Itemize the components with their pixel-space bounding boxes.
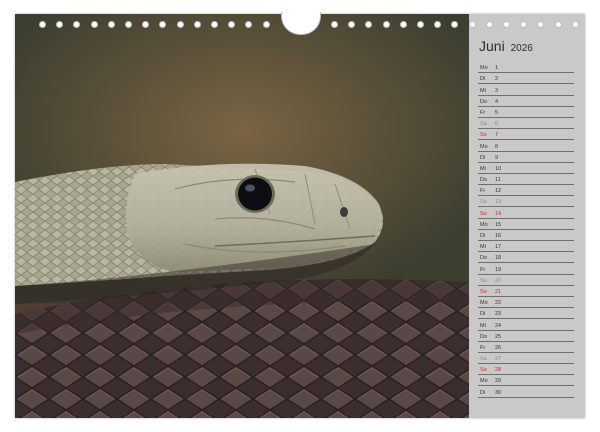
day-of-week: Do: [480, 255, 488, 262]
day-row: Sa 20: [478, 275, 574, 286]
day-number: 19: [495, 266, 502, 273]
day-of-week: Mi: [480, 322, 486, 329]
day-of-week: Do: [480, 333, 488, 340]
day-row: So 7: [478, 129, 574, 141]
day-number: 29: [495, 378, 502, 385]
day-number: 14: [495, 210, 502, 217]
day-number: 17: [495, 244, 502, 251]
day-row: So 14: [478, 207, 574, 219]
day-of-week: Di: [480, 76, 486, 83]
day-of-week: Di: [480, 389, 486, 396]
day-row: Di 9: [478, 152, 574, 163]
day-number: 16: [495, 233, 502, 239]
day-number: 20: [495, 277, 502, 284]
day-number: 28: [495, 367, 502, 374]
day-number: 13: [495, 199, 502, 206]
day-row: So 28: [478, 364, 574, 376]
day-number: 7: [495, 132, 499, 139]
day-of-week: So: [480, 367, 487, 374]
day-number: 2: [495, 76, 499, 83]
day-number: 15: [495, 221, 502, 228]
day-number: 26: [495, 344, 502, 351]
day-number: 21: [495, 288, 502, 295]
day-of-week: Mi: [480, 244, 486, 251]
day-of-week: Sa: [480, 199, 487, 206]
day-number: 8: [495, 143, 499, 150]
day-of-week: Sa: [480, 121, 487, 128]
day-number: 4: [495, 98, 499, 105]
day-row: Mo 29: [478, 375, 574, 387]
month-name: Juni: [479, 38, 505, 54]
day-number: 30: [495, 389, 502, 396]
day-row: So 21: [478, 286, 574, 297]
day-number: 24: [495, 322, 502, 329]
day-row: Sa 6: [478, 118, 574, 130]
day-row: Di 23: [478, 308, 574, 320]
day-of-week: So: [480, 132, 487, 139]
day-row: Fr 26: [478, 342, 574, 353]
day-of-week: Mo: [480, 221, 488, 228]
day-row: Do 11: [478, 174, 574, 186]
day-list: Mo 1 Di 2 Mi 3 Do 4 Fr 5 Sa 6 So 7 Mo 8 Di 9 Mi 10 Do 11 Fr 12 S…: [478, 62, 574, 398]
calendar-panel: Juni 2026 Mo 1 Di 2 Mi 3 Do 4 Fr 5 Sa 6 So 7 Mo 8 Di 9 Mi 1…: [469, 14, 585, 418]
day-of-week: Mo: [480, 143, 488, 150]
day-row: Mi 17: [478, 241, 574, 253]
day-of-week: Sa: [480, 356, 487, 363]
day-of-week: Sa: [480, 277, 487, 284]
day-number: 5: [495, 109, 499, 116]
day-number: 9: [495, 154, 499, 161]
day-number: 3: [495, 87, 499, 94]
snake-illustration: [15, 14, 469, 418]
day-row: Mo 15: [478, 219, 574, 230]
day-row: Do 4: [478, 96, 574, 107]
day-number: 10: [495, 165, 502, 172]
day-row: Mi 24: [478, 319, 574, 331]
day-of-week: Di: [480, 233, 486, 239]
day-row: Mo 22: [478, 297, 574, 309]
day-row: Fr 5: [478, 107, 574, 118]
day-of-week: Mo: [480, 378, 488, 385]
day-row: Di 2: [478, 73, 574, 85]
day-number: 11: [495, 177, 501, 184]
day-number: 25: [495, 333, 502, 340]
year-label: 2026: [510, 43, 533, 54]
day-row: Fr 19: [478, 263, 574, 275]
day-of-week: So: [480, 210, 487, 217]
day-row: Di 16: [478, 230, 574, 241]
month-title: Juni 2026: [479, 38, 533, 54]
day-row: Di 30: [478, 386, 574, 398]
day-of-week: Mi: [480, 165, 486, 172]
day-number: 22: [495, 300, 502, 307]
day-row: Mo 8: [478, 140, 574, 152]
day-of-week: Fr: [480, 188, 486, 195]
day-number: 27: [495, 356, 502, 363]
day-number: 6: [495, 121, 499, 128]
day-of-week: Fr: [480, 266, 486, 273]
day-row: Sa 13: [478, 196, 574, 208]
day-of-week: Mi: [480, 87, 486, 94]
day-of-week: So: [480, 288, 487, 295]
snake-photo: [15, 14, 469, 418]
day-row: Sa 27: [478, 353, 574, 365]
day-row: Do 18: [478, 252, 574, 264]
day-of-week: Do: [480, 98, 488, 105]
day-row: Do 25: [478, 331, 574, 342]
day-of-week: Fr: [480, 109, 486, 116]
day-of-week: Mo: [480, 65, 488, 72]
calendar-page: Juni 2026 Mo 1 Di 2 Mi 3 Do 4 Fr 5 Sa 6 So 7 Mo 8 Di 9 Mi 1…: [15, 14, 585, 418]
day-of-week: Fr: [480, 344, 486, 351]
day-number: 23: [495, 311, 502, 318]
day-of-week: Di: [480, 311, 486, 318]
day-of-week: Di: [480, 154, 486, 161]
day-row: Mi 10: [478, 163, 574, 174]
day-number: 1: [495, 65, 499, 72]
day-number: 12: [495, 188, 502, 195]
day-of-week: Mo: [480, 300, 488, 307]
day-row: Mo 1: [478, 62, 574, 74]
day-row: Mi 3: [478, 84, 574, 96]
day-of-week: Do: [480, 177, 488, 184]
day-number: 18: [495, 255, 502, 262]
day-row: Fr 12: [478, 185, 574, 197]
